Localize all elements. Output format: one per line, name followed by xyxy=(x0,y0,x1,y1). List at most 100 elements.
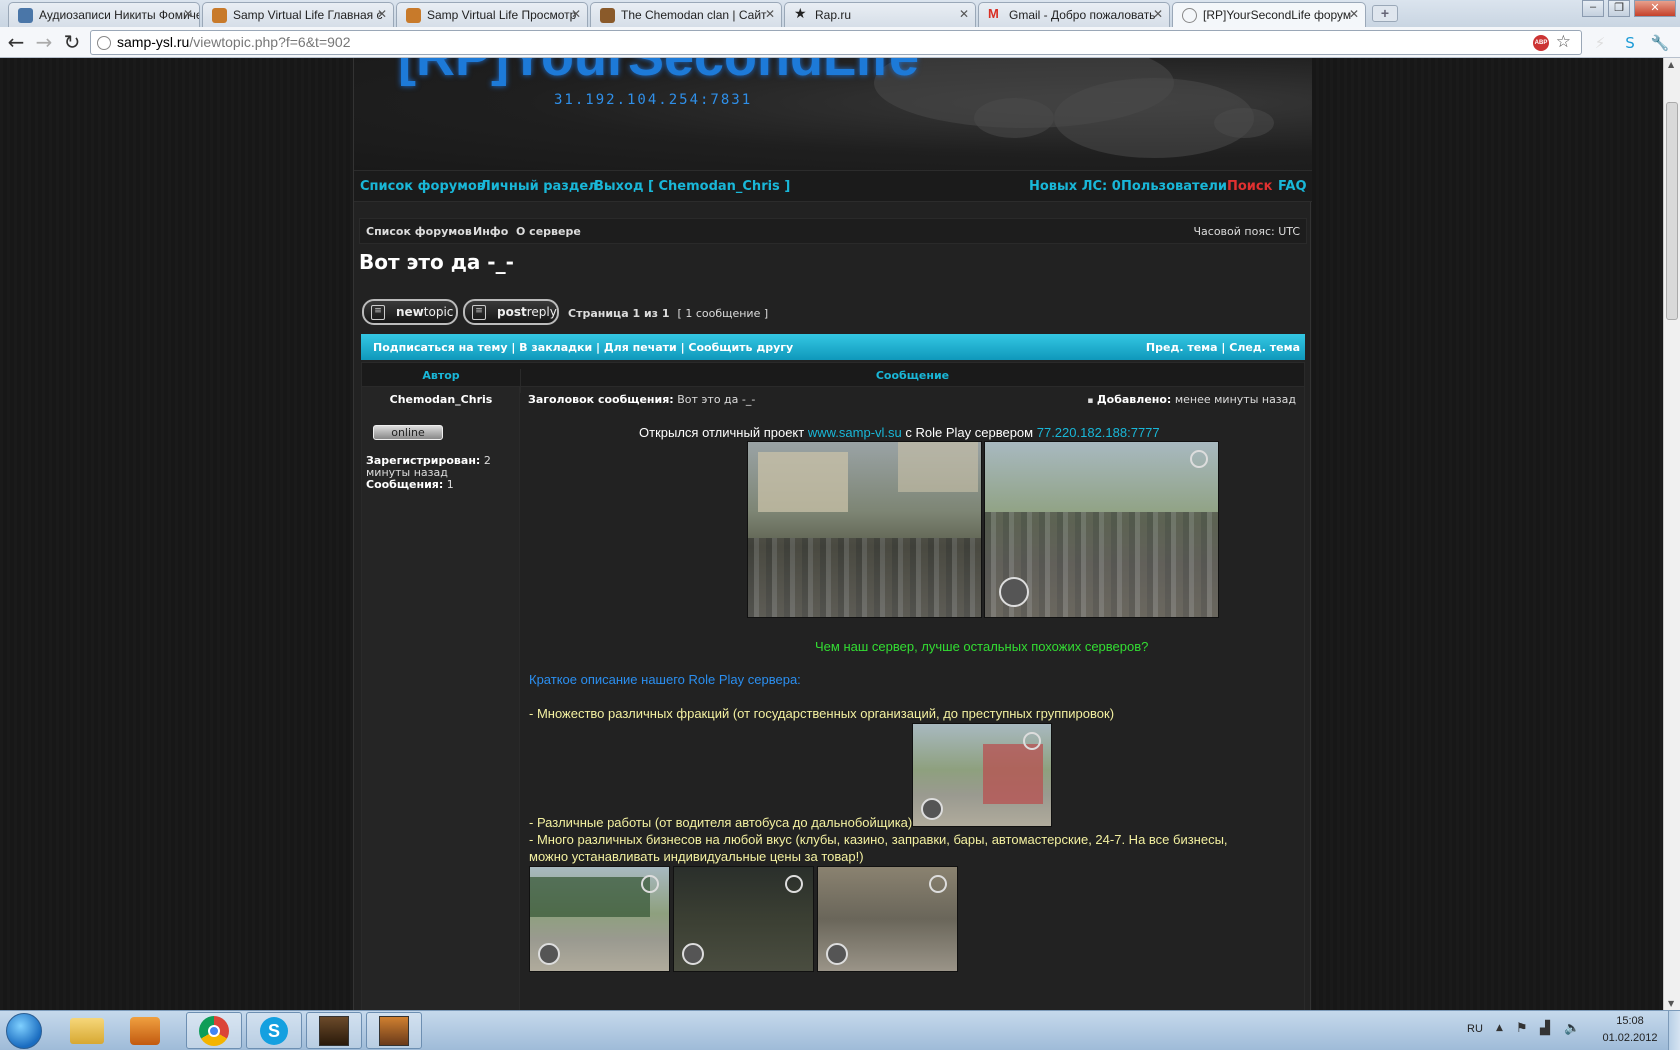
tab-title: The Chemodan clan | Сайт xyxy=(621,8,767,22)
start-button[interactable] xyxy=(6,1013,42,1049)
skype-extension-icon[interactable]: S xyxy=(1620,33,1640,53)
post-reply-label: reply xyxy=(526,305,557,319)
close-window-button[interactable]: ✕ xyxy=(1634,0,1676,17)
document-icon: ≡ xyxy=(472,305,486,320)
breadcrumb-forum-list[interactable]: Список форумов xyxy=(366,225,472,238)
nav-personal[interactable]: Личный раздел xyxy=(480,179,598,194)
server-ip-link[interactable]: 77.220.182.188:7777 xyxy=(1037,425,1160,440)
tray-expand-icon[interactable]: ▲ xyxy=(1496,1023,1503,1033)
skype-taskbar-button[interactable]: S xyxy=(246,1012,302,1049)
wrench-menu-icon[interactable]: 🔧 xyxy=(1650,33,1670,53)
show-desktop-button[interactable] xyxy=(1668,1011,1680,1050)
new-topic-label: topic xyxy=(423,305,454,319)
media-player-icon[interactable] xyxy=(130,1017,160,1045)
close-icon[interactable]: ✕ xyxy=(1349,7,1359,21)
game-hud-icon xyxy=(641,875,659,893)
topic-actions-links[interactable]: Подписаться на тему | В закладки | Для п… xyxy=(373,341,793,354)
nav-logout[interactable]: Выход [ Chemodan_Chris ] xyxy=(594,179,790,194)
close-icon[interactable]: ✕ xyxy=(571,7,581,21)
nav-users[interactable]: Пользователи xyxy=(1121,179,1227,194)
action-center-flag-icon[interactable]: ⚑ xyxy=(1516,1021,1528,1036)
vertical-scrollbar[interactable]: ▲ ▼ xyxy=(1663,58,1680,1010)
breadcrumb-info[interactable]: Инфо xyxy=(473,225,508,238)
site-logo[interactable]: [RP]YourSecondLife xyxy=(398,58,919,88)
url-path: /viewtopic.php?f=6&t=902 xyxy=(189,34,351,50)
topic-prev-next-links[interactable]: Пред. тема | След. тема xyxy=(1146,341,1300,354)
forward-icon[interactable]: → xyxy=(32,31,56,55)
adblock-icon[interactable]: ABP xyxy=(1533,35,1549,51)
screenshot-image[interactable] xyxy=(817,866,958,972)
chrome-taskbar-button[interactable] xyxy=(186,1012,242,1049)
page-viewport: [RP]YourSecondLife 31.192.104.254:7831 С… xyxy=(0,58,1663,1010)
post-reply-button[interactable]: ≡ postreply xyxy=(463,299,559,325)
nav-forum-list[interactable]: Список форумов xyxy=(360,179,485,194)
chrome-icon xyxy=(199,1016,229,1046)
volume-icon[interactable]: 🔈 xyxy=(1564,1021,1580,1036)
page-info-icon[interactable] xyxy=(97,36,111,50)
description-heading: Краткое описание нашего Role Play сервер… xyxy=(529,672,801,687)
game-hud-icon xyxy=(929,875,947,893)
close-icon[interactable]: ✕ xyxy=(959,7,969,21)
top-nav: Список форумов Личный раздел Выход [ Che… xyxy=(354,170,1312,202)
timezone-label: Часовой пояс: UTC xyxy=(1193,225,1300,238)
minimize-button[interactable]: – xyxy=(1582,0,1604,17)
topic-actions-bar: Подписаться на тему | В закладки | Для п… xyxy=(361,334,1305,360)
radar-icon xyxy=(921,798,943,820)
reload-icon[interactable]: ↻ xyxy=(60,31,84,55)
scroll-down-icon[interactable]: ▼ xyxy=(1668,999,1674,1008)
tab-forum-active[interactable]: [RP]YourSecondLife форум ✕ xyxy=(1172,2,1366,27)
new-topic-button[interactable]: ≡ newtopic xyxy=(362,299,458,325)
lightning-extension-icon[interactable]: ⚡ xyxy=(1590,33,1610,53)
network-icon[interactable]: ▟ xyxy=(1540,1021,1550,1036)
screenshot-image[interactable] xyxy=(673,866,814,972)
site-link[interactable]: www.samp-vl.su xyxy=(808,425,902,440)
tab-gmail[interactable]: M Gmail - Добро пожаловать ✕ xyxy=(978,2,1170,27)
clock-time[interactable]: 15:08 xyxy=(1605,1015,1655,1027)
subject-value: Вот это да -_- xyxy=(677,393,756,406)
scrollbar-thumb[interactable] xyxy=(1666,102,1678,320)
author-name[interactable]: Chemodan_Chris xyxy=(362,393,520,406)
breadcrumb-about[interactable]: О сервере xyxy=(516,225,581,238)
maximize-button[interactable]: ❐ xyxy=(1608,0,1630,17)
language-indicator[interactable]: RU xyxy=(1467,1023,1483,1035)
tab-samp-main[interactable]: Samp Virtual Life Главная с ✕ xyxy=(202,2,394,27)
game-taskbar-button-1[interactable] xyxy=(306,1012,362,1049)
bullet-business-1: - Много различных бизнесов на любой вкус… xyxy=(529,832,1228,847)
column-author: Автор xyxy=(422,369,460,382)
back-icon[interactable]: ← xyxy=(4,31,28,55)
scroll-up-icon[interactable]: ▲ xyxy=(1668,60,1674,69)
tab-samp-view[interactable]: Samp Virtual Life Просмотр ✕ xyxy=(396,2,588,27)
screenshot-image[interactable] xyxy=(529,866,670,972)
bookmark-star-icon[interactable]: ☆ xyxy=(1556,32,1571,52)
post-author-panel: Chemodan_Chris online Зарегистрирован: 2… xyxy=(362,387,520,1010)
tab-title: Samp Virtual Life Просмотр xyxy=(427,8,577,22)
bullet-jobs: - Различные работы (от водителя автобуса… xyxy=(529,815,913,830)
post-date: ▪ Добавлено: менее минуты назад xyxy=(1087,393,1296,406)
address-bar[interactable]: samp-ysl.ru/viewtopic.php?f=6&t=902 ☆ AB… xyxy=(90,30,1582,55)
screenshot-image[interactable] xyxy=(747,441,982,618)
radar-icon xyxy=(826,943,848,965)
close-icon[interactable]: ✕ xyxy=(183,7,193,21)
gmail-favicon-icon: M xyxy=(988,6,999,21)
intro-text: Открылся отличный проект xyxy=(639,425,805,440)
explorer-icon[interactable] xyxy=(70,1018,104,1044)
post-link-icon[interactable]: ▪ xyxy=(1087,396,1093,406)
close-icon[interactable]: ✕ xyxy=(377,7,387,21)
nav-new-pm[interactable]: Новых ЛС: 0 xyxy=(1029,179,1121,194)
tab-title: Аудиозаписи Никиты Фомичева xyxy=(39,8,200,22)
tab-chemodan-clan[interactable]: The Chemodan clan | Сайт ✕ xyxy=(590,2,782,27)
nav-search[interactable]: Поиск xyxy=(1227,179,1272,194)
screenshot-image[interactable] xyxy=(912,723,1052,827)
nav-faq[interactable]: FAQ xyxy=(1278,179,1307,194)
game-taskbar-button-2[interactable] xyxy=(366,1012,422,1049)
clock-date[interactable]: 01.02.2012 xyxy=(1597,1032,1663,1044)
forum-container: [RP]YourSecondLife 31.192.104.254:7831 С… xyxy=(353,58,1312,1010)
intro-text-2: с Role Play сервером xyxy=(905,425,1034,440)
close-icon[interactable]: ✕ xyxy=(765,7,775,21)
post-header: Заголовок сообщения: Вот это да -_- ▪ До… xyxy=(521,387,1304,411)
tab-rap[interactable]: ★ Rap.ru ✕ xyxy=(784,2,976,27)
tab-vk-audio[interactable]: Аудиозаписи Никиты Фомичева ✕ xyxy=(8,2,200,27)
screenshot-image[interactable] xyxy=(984,441,1219,618)
new-tab-button[interactable]: + xyxy=(1372,5,1398,22)
close-icon[interactable]: ✕ xyxy=(1153,7,1163,21)
